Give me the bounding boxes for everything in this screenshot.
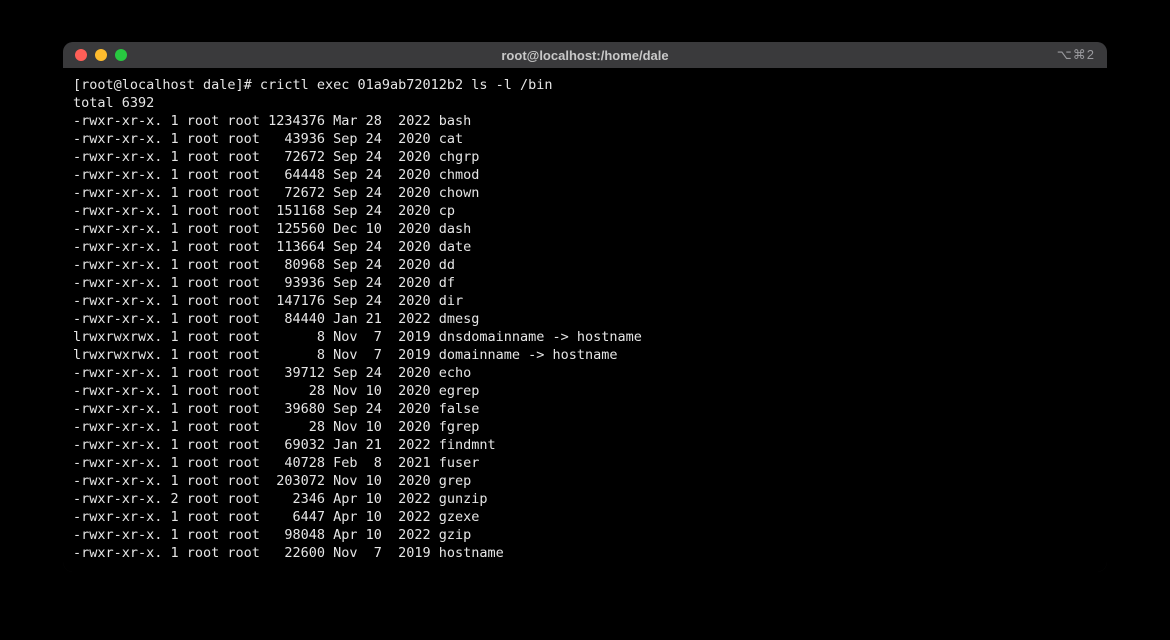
ls-entry: -rwxr-xr-x. 1 root root 93936 Sep 24 202…: [73, 274, 1097, 292]
ls-entry: -rwxr-xr-x. 1 root root 84440 Jan 21 202…: [73, 310, 1097, 328]
ls-entry: -rwxr-xr-x. 1 root root 151168 Sep 24 20…: [73, 202, 1097, 220]
ls-entry: -rwxr-xr-x. 1 root root 40728 Feb 8 2021…: [73, 454, 1097, 472]
ls-entry: -rwxr-xr-x. 1 root root 72672 Sep 24 202…: [73, 148, 1097, 166]
ls-entry: -rwxr-xr-x. 1 root root 69032 Jan 21 202…: [73, 436, 1097, 454]
maximize-icon[interactable]: [115, 49, 127, 61]
terminal-window: root@localhost:/home/dale ⌥⌘2 [root@loca…: [63, 42, 1107, 572]
ls-entry: -rwxr-xr-x. 1 root root 64448 Sep 24 202…: [73, 166, 1097, 184]
ls-entry: lrwxrwxrwx. 1 root root 8 Nov 7 2019 dns…: [73, 328, 1097, 346]
minimize-icon[interactable]: [95, 49, 107, 61]
ls-entry: -rwxr-xr-x. 1 root root 39680 Sep 24 202…: [73, 400, 1097, 418]
ls-entry: -rwxr-xr-x. 1 root root 43936 Sep 24 202…: [73, 130, 1097, 148]
ls-entry: -rwxr-xr-x. 2 root root 2346 Apr 10 2022…: [73, 490, 1097, 508]
ls-entry: -rwxr-xr-x. 1 root root 6447 Apr 10 2022…: [73, 508, 1097, 526]
terminal-body[interactable]: [root@localhost dale]# crictl exec 01a9a…: [63, 68, 1107, 572]
total-line: total 6392: [73, 94, 1097, 112]
window-pane-indicator: ⌥⌘2: [1057, 47, 1095, 63]
ls-entry: -rwxr-xr-x. 1 root root 80968 Sep 24 202…: [73, 256, 1097, 274]
close-icon[interactable]: [75, 49, 87, 61]
prompt-line: [root@localhost dale]# crictl exec 01a9a…: [73, 76, 1097, 94]
ls-entry: -rwxr-xr-x. 1 root root 1234376 Mar 28 2…: [73, 112, 1097, 130]
ls-entry: -rwxr-xr-x. 1 root root 28 Nov 10 2020 e…: [73, 382, 1097, 400]
ls-entry: -rwxr-xr-x. 1 root root 125560 Dec 10 20…: [73, 220, 1097, 238]
ls-entry: -rwxr-xr-x. 1 root root 113664 Sep 24 20…: [73, 238, 1097, 256]
ls-entry: -rwxr-xr-x. 1 root root 147176 Sep 24 20…: [73, 292, 1097, 310]
ls-entry: lrwxrwxrwx. 1 root root 8 Nov 7 2019 dom…: [73, 346, 1097, 364]
ls-entry: -rwxr-xr-x. 1 root root 28 Nov 10 2020 f…: [73, 418, 1097, 436]
ls-entry: -rwxr-xr-x. 1 root root 98048 Apr 10 202…: [73, 526, 1097, 544]
traffic-lights: [75, 49, 127, 61]
ls-entry: -rwxr-xr-x. 1 root root 39712 Sep 24 202…: [73, 364, 1097, 382]
titlebar: root@localhost:/home/dale ⌥⌘2: [63, 42, 1107, 68]
ls-entry: -rwxr-xr-x. 1 root root 203072 Nov 10 20…: [73, 472, 1097, 490]
window-title: root@localhost:/home/dale: [63, 48, 1107, 63]
ls-entry: -rwxr-xr-x. 1 root root 22600 Nov 7 2019…: [73, 544, 1097, 562]
ls-entry: -rwxr-xr-x. 1 root root 72672 Sep 24 202…: [73, 184, 1097, 202]
